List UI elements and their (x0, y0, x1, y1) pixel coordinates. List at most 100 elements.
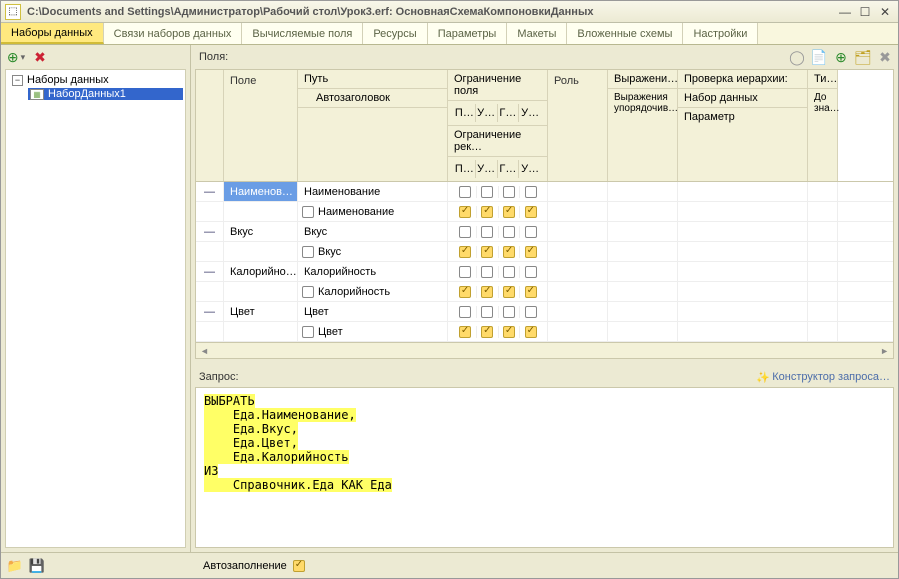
table-row[interactable]: Цвет (196, 322, 893, 342)
checkbox-icon[interactable] (302, 286, 314, 298)
cell-role[interactable] (548, 262, 608, 281)
checkbox-icon[interactable] (503, 306, 515, 318)
checkbox-icon[interactable] (525, 326, 537, 338)
cell-path[interactable]: Цвет (298, 302, 448, 321)
checkbox-icon[interactable] (481, 186, 493, 198)
toolbar-btn-2[interactable]: 📄 (810, 48, 828, 66)
checkbox-icon[interactable] (481, 326, 493, 338)
checkbox-icon[interactable] (525, 306, 537, 318)
tab-dataset-links[interactable]: Связи наборов данных (104, 23, 243, 44)
cell-expr[interactable] (608, 262, 678, 281)
checkbox-icon[interactable] (503, 326, 515, 338)
table-row[interactable]: Вкус (196, 242, 893, 262)
checkbox-icon[interactable] (459, 266, 471, 278)
cell-ti[interactable] (808, 262, 838, 281)
tab-parameters[interactable]: Параметры (428, 23, 508, 44)
cell-restrict[interactable] (448, 182, 548, 201)
checkbox-icon[interactable] (481, 286, 493, 298)
grid-scrollbar[interactable]: ◄► (196, 342, 893, 358)
cell-ti[interactable] (808, 302, 838, 321)
table-row[interactable]: —Калорийно…Калорийность (196, 262, 893, 282)
cell-field[interactable]: Вкус (224, 222, 298, 241)
delete-dataset-button[interactable]: ✖ (31, 48, 49, 66)
col-autoheader[interactable]: Автозаголовок (298, 89, 447, 108)
cell-restrict-rec[interactable] (448, 202, 548, 221)
checkbox-icon[interactable] (525, 226, 537, 238)
cell-autoheader[interactable]: Калорийность (298, 282, 448, 301)
checkbox-icon[interactable] (459, 246, 471, 258)
cell-restrict-rec[interactable] (448, 242, 548, 261)
checkbox-icon[interactable] (459, 226, 471, 238)
cell-restrict-rec[interactable] (448, 282, 548, 301)
cell-autoheader[interactable]: Наименование (298, 202, 448, 221)
col-ti[interactable]: Ти… (808, 70, 837, 89)
toolbar-btn-1[interactable]: ◯ (788, 48, 806, 66)
col-hier[interactable]: Проверка иерархии: (678, 70, 807, 89)
cell-expr[interactable] (608, 182, 678, 201)
checkbox-icon[interactable] (459, 306, 471, 318)
tab-calculated-fields[interactable]: Вычисляемые поля (242, 23, 363, 44)
checkbox-icon[interactable] (459, 186, 471, 198)
col-restrict-rec[interactable]: Ограничение рек… (448, 126, 547, 157)
cell-role[interactable] (548, 182, 608, 201)
cell-ti[interactable] (808, 222, 838, 241)
checkbox-icon[interactable] (481, 226, 493, 238)
cell-hier[interactable] (678, 222, 808, 241)
query-constructor-link[interactable]: ✨ Конструктор запроса… (756, 371, 894, 383)
col-do[interactable]: До зна… (808, 89, 837, 117)
checkbox-icon[interactable] (459, 286, 471, 298)
checkbox-icon[interactable] (503, 206, 515, 218)
cell-hier[interactable] (678, 302, 808, 321)
checkbox-icon[interactable] (503, 266, 515, 278)
tree-item-dataset1[interactable]: ▦ НаборДанных1 (28, 88, 183, 100)
checkbox-icon[interactable] (503, 246, 515, 258)
row-expander[interactable]: — (196, 302, 224, 321)
grid-body[interactable]: —Наименов…Наименование Наименование—Вкус… (196, 182, 893, 342)
checkbox-icon[interactable] (525, 286, 537, 298)
cell-field[interactable]: Наименов… (224, 182, 298, 201)
cell-hier[interactable] (678, 262, 808, 281)
cell-restrict[interactable] (448, 222, 548, 241)
query-textbox[interactable]: ВЫБРАТЬ Еда.Наименование, Еда.Вкус, Еда.… (195, 387, 894, 548)
open-icon[interactable]: 📁 (7, 558, 23, 574)
col-expr[interactable]: Выражени… (608, 70, 677, 89)
col-param[interactable]: Параметр (678, 108, 807, 126)
cell-expr[interactable] (608, 302, 678, 321)
checkbox-icon[interactable] (481, 266, 493, 278)
checkbox-icon[interactable] (525, 206, 537, 218)
add-dataset-button[interactable]: ⊕ (7, 48, 25, 66)
tab-nested-schemas[interactable]: Вложенные схемы (567, 23, 683, 44)
checkbox-icon[interactable] (525, 186, 537, 198)
checkbox-icon[interactable] (302, 326, 314, 338)
cell-path[interactable]: Наименование (298, 182, 448, 201)
tab-layouts[interactable]: Макеты (507, 23, 567, 44)
cell-field[interactable]: Калорийно… (224, 262, 298, 281)
row-expander[interactable]: — (196, 182, 224, 201)
maximize-button[interactable]: ☐ (856, 4, 874, 20)
col-path[interactable]: Путь (298, 70, 447, 89)
cell-ti[interactable] (808, 182, 838, 201)
cell-restrict[interactable] (448, 302, 548, 321)
col-role[interactable]: Роль (548, 70, 608, 181)
save-icon[interactable]: 💾 (29, 558, 45, 574)
checkbox-icon[interactable] (302, 206, 314, 218)
cell-path[interactable]: Вкус (298, 222, 448, 241)
toolbar-btn-4[interactable]: 🗂 (854, 48, 872, 66)
cell-autoheader[interactable]: Вкус (298, 242, 448, 261)
table-row[interactable]: —Наименов…Наименование (196, 182, 893, 202)
col-order-expr[interactable]: Выражения упорядочив… (608, 89, 677, 117)
table-row[interactable]: Калорийность (196, 282, 893, 302)
cell-hier[interactable] (678, 182, 808, 201)
minimize-button[interactable]: — (836, 4, 854, 20)
checkbox-icon[interactable] (481, 246, 493, 258)
checkbox-icon[interactable] (459, 206, 471, 218)
checkbox-icon[interactable] (525, 246, 537, 258)
checkbox-icon[interactable] (503, 186, 515, 198)
row-expander[interactable]: — (196, 222, 224, 241)
checkbox-icon[interactable] (503, 286, 515, 298)
delete-field-button[interactable]: ✖ (876, 48, 894, 66)
cell-restrict-rec[interactable] (448, 322, 548, 341)
table-row[interactable]: —ВкусВкус (196, 222, 893, 242)
checkbox-icon[interactable] (459, 326, 471, 338)
datasets-tree[interactable]: − Наборы данных ▦ НаборДанных1 (5, 69, 186, 548)
